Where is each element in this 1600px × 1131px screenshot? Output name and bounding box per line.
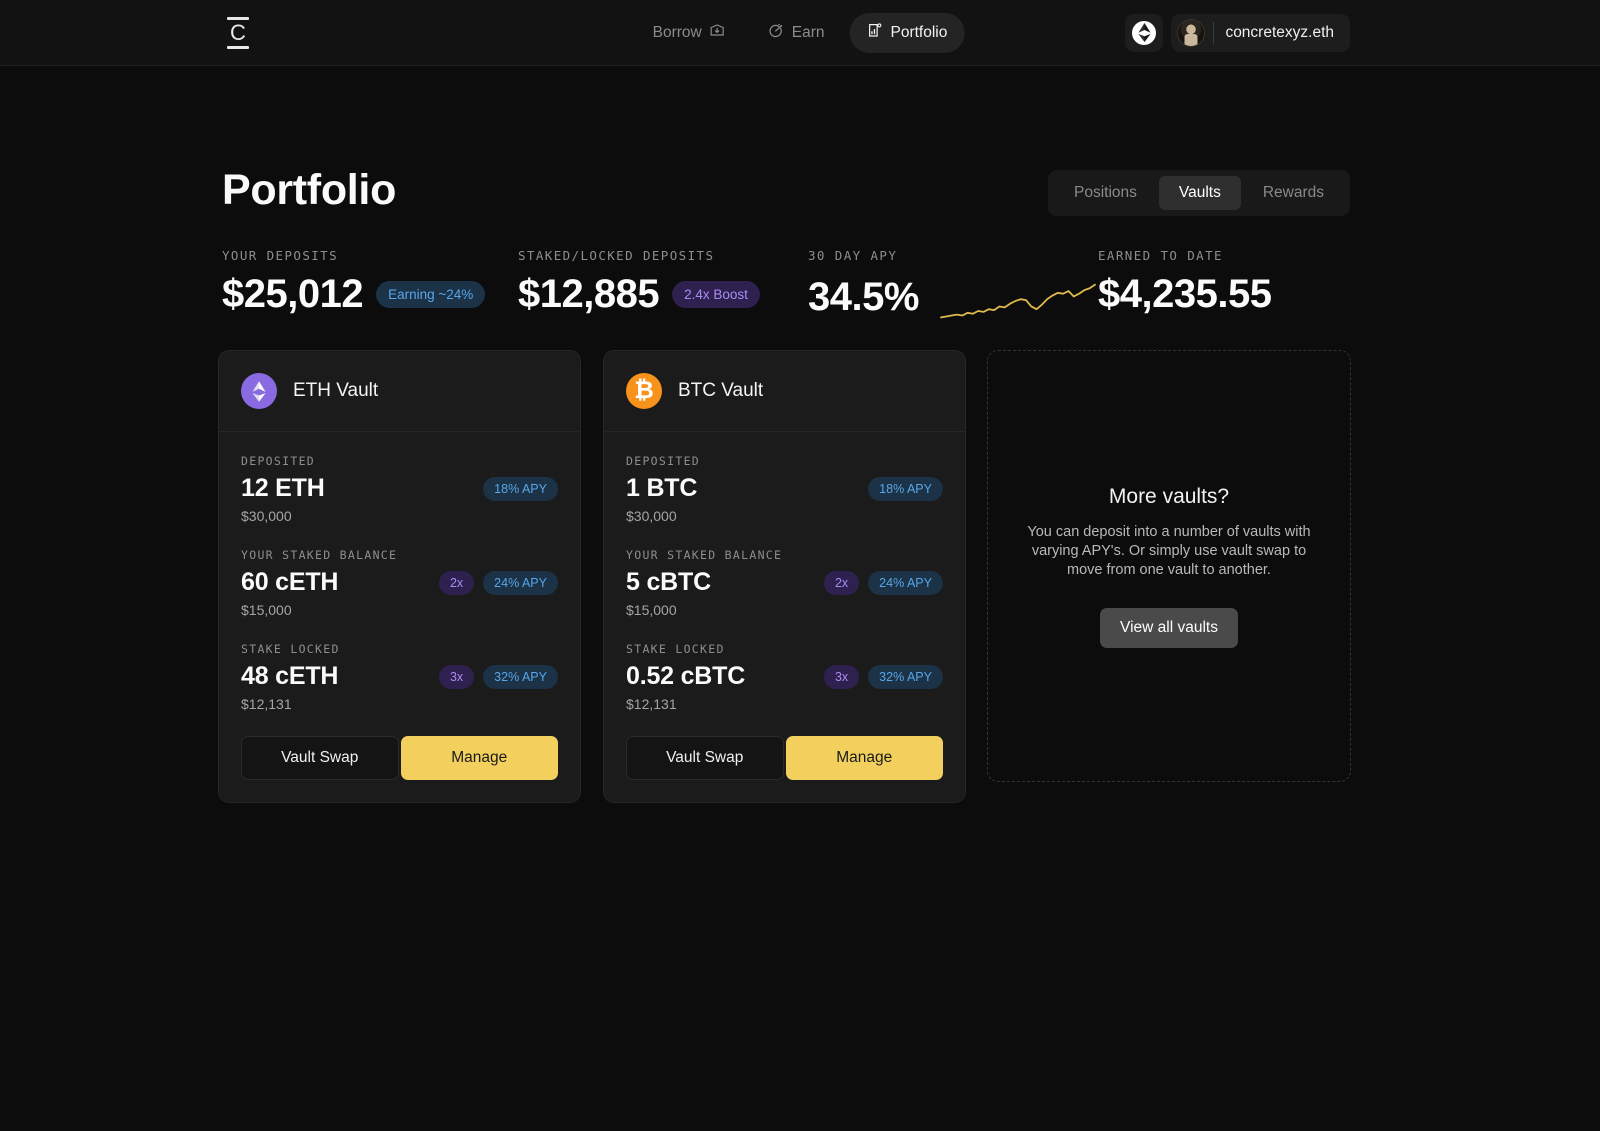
- top-navigation-bar: C Borrow Earn Portfolio concretexyz.eth: [0, 0, 1600, 66]
- nav-label-earn: Earn: [791, 23, 825, 41]
- row-amount: 60 cETH: [241, 568, 339, 596]
- badge-multiplier: 2x: [438, 570, 475, 595]
- row-label: DEPOSITED: [241, 454, 316, 468]
- more-vaults-title: More vaults?: [1108, 484, 1230, 508]
- wallet-divider: [1213, 21, 1215, 44]
- badge-multiplier: 3x: [438, 664, 475, 689]
- bitcoin-icon: ₿: [626, 373, 662, 409]
- stat-label-your-deposits: YOUR DEPOSITS: [222, 248, 339, 263]
- vault-swap-button[interactable]: Vault Swap: [626, 736, 784, 780]
- row-usd-value: $15,000: [626, 602, 677, 618]
- concrete-logo[interactable]: C: [222, 13, 254, 53]
- wallet-name: concretexyz.eth: [1225, 23, 1334, 41]
- more-vaults-panel: More vaults? You can deposit into a numb…: [987, 350, 1351, 782]
- tab-rewards[interactable]: Rewards: [1243, 176, 1344, 210]
- vault-row-stake-locked-eth: STAKE LOCKED 48 cETH 3x 32% APY $12,131: [241, 642, 558, 712]
- badge-apy: 18% APY: [483, 476, 558, 501]
- vault-cards: ETH Vault DEPOSITED 12 ETH 18% APY $30,0…: [218, 350, 966, 803]
- nav-item-portfolio[interactable]: Portfolio: [849, 12, 965, 53]
- main-nav: Borrow Earn Portfolio: [636, 12, 965, 53]
- badge-earning: Earning ~24%: [376, 280, 486, 308]
- stat-your-deposits: YOUR DEPOSITS $25,012 Earning ~24%: [222, 248, 518, 324]
- badge-apy: 32% APY: [483, 664, 558, 689]
- network-selector-button[interactable]: [1125, 13, 1164, 52]
- borrow-icon: [709, 22, 726, 44]
- stat-value-your-deposits: $25,012: [222, 272, 364, 316]
- tab-positions[interactable]: Positions: [1054, 176, 1157, 210]
- vault-swap-button[interactable]: Vault Swap: [241, 736, 399, 780]
- stat-label-staked-locked: STAKED/LOCKED DEPOSITS: [518, 248, 715, 263]
- vault-name-btc: BTC Vault: [678, 380, 764, 401]
- stat-value-30-day-apy: 34.5%: [808, 275, 919, 319]
- row-usd-value: $30,000: [241, 508, 292, 524]
- row-usd-value: $12,131: [241, 696, 292, 712]
- vault-body-btc: DEPOSITED 1 BTC 18% APY $30,000 YOUR STA…: [604, 432, 965, 802]
- vault-card-btc: ₿ BTC Vault DEPOSITED 1 BTC 18% APY $30,…: [603, 350, 966, 803]
- row-amount: 48 cETH: [241, 662, 339, 690]
- vault-header-btc: ₿ BTC Vault: [604, 351, 965, 432]
- row-label: STAKE LOCKED: [626, 642, 725, 656]
- ethereum-icon: [1132, 20, 1157, 45]
- badge-apy: 18% APY: [868, 476, 943, 501]
- nav-label-portfolio: Portfolio: [890, 23, 948, 41]
- vault-actions-btc: Vault Swap Manage: [626, 736, 943, 780]
- more-vaults-description: You can deposit into a number of vaults …: [1027, 523, 1311, 578]
- vault-row-deposited-eth: DEPOSITED 12 ETH 18% APY $30,000: [241, 454, 558, 524]
- manage-button[interactable]: Manage: [400, 736, 558, 780]
- row-label: YOUR STAKED BALANCE: [241, 548, 398, 562]
- nav-item-earn[interactable]: Earn: [751, 13, 842, 53]
- tab-vaults[interactable]: Vaults: [1158, 176, 1241, 210]
- earn-icon: [768, 22, 785, 44]
- row-label: YOUR STAKED BALANCE: [626, 548, 783, 562]
- vault-body-eth: DEPOSITED 12 ETH 18% APY $30,000 YOUR ST…: [219, 432, 580, 802]
- badge-apy: 32% APY: [868, 664, 943, 689]
- stat-value-staked-locked: $12,885: [518, 272, 660, 316]
- row-usd-value: $30,000: [626, 508, 677, 524]
- badge-multiplier: 2x: [823, 570, 860, 595]
- row-label: STAKE LOCKED: [241, 642, 340, 656]
- stat-30-day-apy: 30 DAY APY 34.5%: [808, 248, 1098, 324]
- row-amount: 1 BTC: [626, 474, 698, 502]
- stat-earned-to-date: EARNED TO DATE $4,235.55: [1098, 248, 1358, 324]
- portfolio-tabs: Positions Vaults Rewards: [1047, 170, 1350, 216]
- vault-card-eth: ETH Vault DEPOSITED 12 ETH 18% APY $30,0…: [218, 350, 581, 803]
- badge-apy: 24% APY: [868, 570, 943, 595]
- row-amount: 5 cBTC: [626, 568, 711, 596]
- nav-item-borrow[interactable]: Borrow: [636, 13, 743, 53]
- vault-row-deposited-btc: DEPOSITED 1 BTC 18% APY $30,000: [626, 454, 943, 524]
- vault-header-eth: ETH Vault: [219, 351, 580, 432]
- summary-stats: YOUR DEPOSITS $25,012 Earning ~24% STAKE…: [222, 248, 1362, 324]
- manage-button[interactable]: Manage: [785, 736, 943, 780]
- badge-boost: 2.4x Boost: [672, 280, 760, 308]
- stat-label-earned-to-date: EARNED TO DATE: [1098, 248, 1223, 263]
- vault-row-stake-locked-btc: STAKE LOCKED 0.52 cBTC 3x 32% APY $12,13…: [626, 642, 943, 712]
- wallet-chip[interactable]: concretexyz.eth: [1171, 13, 1350, 52]
- portfolio-icon: [866, 22, 883, 44]
- row-amount: 0.52 cBTC: [626, 662, 746, 690]
- nav-label-borrow: Borrow: [652, 23, 702, 41]
- view-all-vaults-button[interactable]: View all vaults: [1100, 607, 1238, 648]
- stat-value-earned-to-date: $4,235.55: [1098, 272, 1272, 316]
- row-label: DEPOSITED: [626, 454, 701, 468]
- vault-actions-eth: Vault Swap Manage: [241, 736, 558, 780]
- row-usd-value: $15,000: [241, 602, 292, 618]
- row-amount: 12 ETH: [241, 474, 325, 502]
- page-title: Portfolio: [222, 166, 397, 214]
- header-actions: concretexyz.eth: [1125, 13, 1350, 52]
- vault-row-staked-balance-eth: YOUR STAKED BALANCE 60 cETH 2x 24% APY $…: [241, 548, 558, 618]
- vault-row-staked-balance-btc: YOUR STAKED BALANCE 5 cBTC 2x 24% APY $1…: [626, 548, 943, 618]
- avatar: [1177, 18, 1206, 47]
- logo-letter: C: [230, 20, 246, 45]
- stat-staked-locked-deposits: STAKED/LOCKED DEPOSITS $12,885 2.4x Boos…: [518, 248, 808, 324]
- badge-multiplier: 3x: [823, 664, 860, 689]
- stat-label-30-day-apy: 30 DAY APY: [808, 248, 898, 263]
- badge-apy: 24% APY: [483, 570, 558, 595]
- logo-bar-bottom: [227, 46, 249, 49]
- row-usd-value: $12,131: [626, 696, 677, 712]
- vault-name-eth: ETH Vault: [293, 380, 379, 401]
- ethereum-icon: [241, 373, 277, 409]
- apy-sparkline-chart: [940, 283, 1096, 319]
